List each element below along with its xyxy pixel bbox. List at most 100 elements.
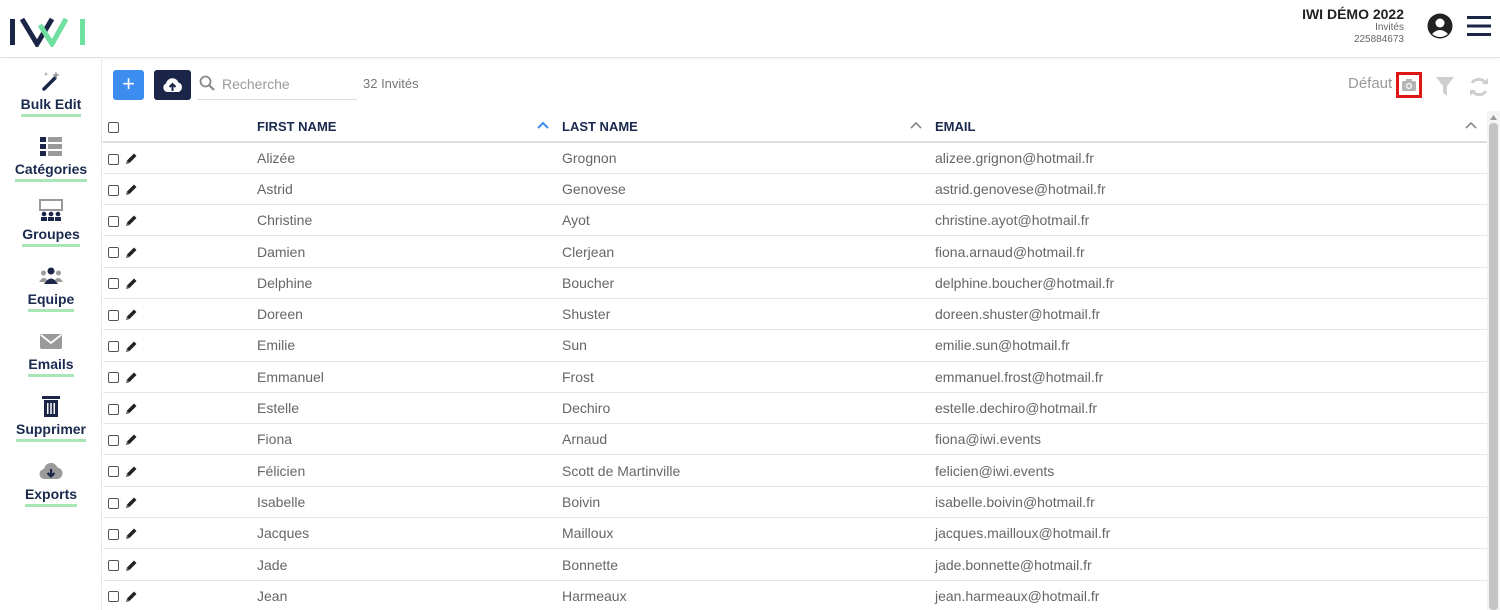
cell-email: felicien@iwi.events bbox=[932, 454, 1487, 487]
row-controls bbox=[103, 548, 255, 581]
row-checkbox[interactable] bbox=[108, 591, 119, 603]
cell-first-name: Damien bbox=[255, 235, 559, 268]
row-checkbox[interactable] bbox=[108, 184, 119, 196]
upload-button[interactable] bbox=[154, 70, 191, 100]
row-checkbox[interactable] bbox=[108, 403, 119, 415]
edit-pencil-icon[interactable] bbox=[124, 340, 138, 354]
iwi-logo bbox=[10, 17, 85, 47]
edit-pencil-icon[interactable] bbox=[124, 246, 138, 260]
row-checkbox[interactable] bbox=[108, 247, 119, 259]
edit-pencil-icon[interactable] bbox=[124, 308, 138, 322]
edit-pencil-icon[interactable] bbox=[124, 590, 138, 604]
table-row[interactable]: Fiona Arnaud fiona@iwi.events bbox=[103, 423, 1487, 456]
row-checkbox[interactable] bbox=[108, 278, 119, 290]
column-header-email[interactable]: EMAIL bbox=[932, 111, 1487, 143]
sidebar-item-delete[interactable]: Supprimer bbox=[0, 394, 102, 456]
cell-last-name: Sun bbox=[559, 329, 932, 362]
row-controls bbox=[103, 173, 255, 206]
user-avatar-icon[interactable] bbox=[1427, 13, 1453, 39]
table-row[interactable]: Estelle Dechiro estelle.dechiro@hotmail.fr bbox=[103, 392, 1487, 425]
table-row[interactable]: Christine Ayot christine.ayot@hotmail.fr bbox=[103, 204, 1487, 237]
row-controls bbox=[103, 298, 255, 331]
table-row[interactable]: Damien Clerjean fiona.arnaud@hotmail.fr bbox=[103, 235, 1487, 268]
cell-email: emmanuel.frost@hotmail.fr bbox=[932, 361, 1487, 393]
sidebar-item-bulk-edit[interactable]: Bulk Edit bbox=[0, 69, 102, 131]
team-icon bbox=[39, 267, 63, 284]
column-header-first-name[interactable]: FIRST NAME bbox=[255, 111, 559, 143]
cell-first-name: Alizée bbox=[255, 142, 559, 174]
edit-pencil-icon[interactable] bbox=[124, 496, 138, 510]
cell-last-name: Genovese bbox=[559, 173, 932, 206]
table-row[interactable]: Emmanuel Frost emmanuel.frost@hotmail.fr bbox=[103, 361, 1487, 393]
view-selector[interactable]: Défaut bbox=[1348, 75, 1392, 92]
filter-icon[interactable] bbox=[1436, 77, 1454, 97]
row-checkbox[interactable] bbox=[108, 309, 119, 321]
row-controls bbox=[103, 423, 255, 456]
edit-pencil-icon[interactable] bbox=[124, 152, 138, 166]
sidebar-item-label: Supprimer bbox=[15, 421, 86, 442]
cell-first-name: Astrid bbox=[255, 173, 559, 206]
cell-email: estelle.dechiro@hotmail.fr bbox=[932, 392, 1487, 425]
sidebar-item-groups[interactable]: Groupes bbox=[0, 199, 102, 261]
sort-icon[interactable] bbox=[910, 120, 922, 130]
top-header: IWI DÉMO 2022 Invités 225884673 bbox=[0, 0, 1500, 58]
add-guest-button[interactable]: + bbox=[113, 70, 144, 100]
sidebar-item-categories[interactable]: Catégories bbox=[0, 134, 102, 196]
sidebar-item-exports[interactable]: Exports bbox=[0, 459, 102, 521]
row-checkbox[interactable] bbox=[108, 434, 119, 446]
envelope-icon bbox=[40, 334, 62, 349]
table-row[interactable]: Jade Bonnette jade.bonnette@hotmail.fr bbox=[103, 548, 1487, 581]
sidebar-item-emails[interactable]: Emails bbox=[0, 329, 102, 391]
table-row[interactable]: Emilie Sun emilie.sun@hotmail.fr bbox=[103, 329, 1487, 362]
row-controls bbox=[103, 517, 255, 550]
cell-email: fiona@iwi.events bbox=[932, 423, 1487, 456]
table-row[interactable]: Félicien Scott de Martinville felicien@iwi… bbox=[103, 454, 1487, 487]
sort-asc-icon[interactable] bbox=[537, 120, 549, 130]
sidebar-item-team[interactable]: Equipe bbox=[0, 264, 102, 326]
row-checkbox[interactable] bbox=[108, 466, 119, 478]
table-row[interactable]: Jacques Mailloux jacques.mailloux@hotmail.… bbox=[103, 517, 1487, 550]
cell-first-name: Doreen bbox=[255, 298, 559, 331]
cloud-upload-icon bbox=[163, 78, 182, 92]
cell-email: christine.ayot@hotmail.fr bbox=[932, 204, 1487, 237]
table-row[interactable]: Isabelle Boivin isabelle.boivin@hotmail.fr bbox=[103, 486, 1487, 519]
cell-first-name: Jade bbox=[255, 548, 559, 581]
edit-pencil-icon[interactable] bbox=[124, 402, 138, 416]
select-all-checkbox[interactable] bbox=[108, 121, 119, 133]
table-row[interactable]: Doreen Shuster doreen.shuster@hotmail.fr bbox=[103, 298, 1487, 331]
column-header-label: EMAIL bbox=[935, 118, 976, 134]
row-checkbox[interactable] bbox=[108, 372, 119, 384]
menu-hamburger-icon[interactable] bbox=[1466, 14, 1492, 38]
edit-pencil-icon[interactable] bbox=[124, 527, 138, 541]
toolbar: + 32 Invités Défaut bbox=[103, 59, 1500, 111]
row-checkbox[interactable] bbox=[108, 215, 119, 227]
column-header-label: FIRST NAME bbox=[257, 118, 337, 134]
edit-pencil-icon[interactable] bbox=[124, 214, 138, 228]
table-row[interactable]: Jean Harmeaux jean.harmeaux@hotmail.fr bbox=[103, 580, 1487, 610]
row-checkbox[interactable] bbox=[108, 497, 119, 509]
table-row[interactable]: Astrid Genovese astrid.genovese@hotmail.fr bbox=[103, 173, 1487, 206]
row-checkbox[interactable] bbox=[108, 341, 119, 353]
row-controls bbox=[103, 361, 255, 393]
table-row[interactable]: Alizée Grognon alizee.grignon@hotmail.fr bbox=[103, 142, 1487, 174]
camera-button[interactable] bbox=[1396, 72, 1422, 98]
edit-pencil-icon[interactable] bbox=[124, 371, 138, 385]
cell-first-name: Félicien bbox=[255, 454, 559, 487]
edit-pencil-icon[interactable] bbox=[124, 183, 138, 197]
scrollbar-thumb[interactable] bbox=[1489, 123, 1498, 610]
sort-icon[interactable] bbox=[1465, 120, 1477, 130]
refresh-icon[interactable] bbox=[1468, 76, 1490, 98]
edit-pencil-icon[interactable] bbox=[124, 433, 138, 447]
row-checkbox[interactable] bbox=[108, 528, 119, 540]
search-icon bbox=[199, 75, 215, 91]
row-checkbox[interactable] bbox=[108, 153, 119, 165]
scroll-up-arrow-icon[interactable] bbox=[1490, 115, 1497, 120]
column-header-last-name[interactable]: LAST NAME bbox=[559, 111, 932, 143]
edit-pencil-icon[interactable] bbox=[124, 277, 138, 291]
edit-pencil-icon[interactable] bbox=[124, 465, 138, 479]
edit-pencil-icon[interactable] bbox=[124, 559, 138, 573]
row-checkbox[interactable] bbox=[108, 560, 119, 572]
table-row[interactable]: Delphine Boucher delphine.boucher@hotmail.… bbox=[103, 267, 1487, 299]
vertical-scrollbar[interactable] bbox=[1487, 111, 1500, 610]
search-input[interactable] bbox=[222, 72, 352, 96]
